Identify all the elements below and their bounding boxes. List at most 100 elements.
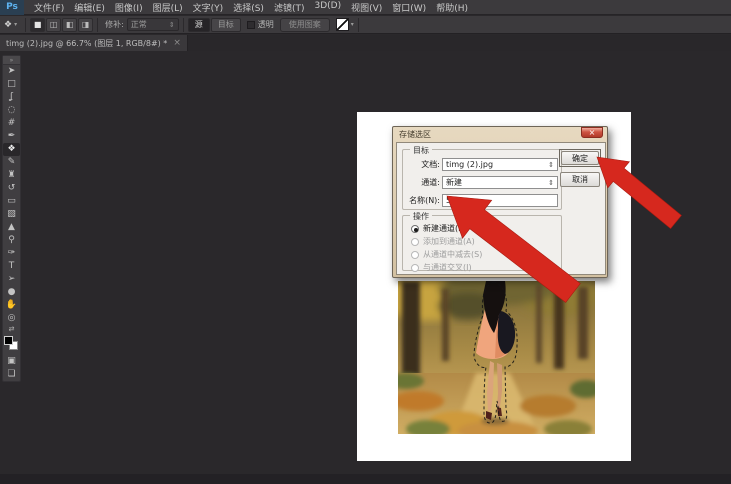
- radio-new-channel[interactable]: 新建通道(E): [411, 223, 466, 234]
- checkbox-icon: [247, 21, 255, 29]
- radio-add-to-channel: 添加到通道(A): [411, 236, 475, 247]
- use-pattern-button[interactable]: 使用图案: [280, 18, 330, 32]
- name-value: 5: [446, 196, 451, 205]
- pattern-picker[interactable]: ▾: [336, 18, 354, 31]
- document-tab[interactable]: timg (2).jpg @ 66.7% (图层 1, RGB/8#) * ×: [0, 35, 188, 51]
- lasso-tool[interactable]: ʆ: [3, 91, 20, 104]
- pen-tool[interactable]: ✑: [3, 247, 20, 260]
- menu-file[interactable]: 文件(F): [34, 1, 64, 14]
- document-label: 文档:: [403, 159, 440, 170]
- document-tab-title: timg (2).jpg @ 66.7% (图层 1, RGB/8#) *: [6, 38, 167, 49]
- menu-edit[interactable]: 编辑(E): [74, 1, 105, 14]
- menu-window[interactable]: 窗口(W): [392, 1, 426, 14]
- quick-select-tool[interactable]: ◌: [3, 104, 20, 117]
- channel-row: 通道: 新建 ⇕: [403, 176, 561, 189]
- transparent-checkbox[interactable]: 透明: [247, 19, 274, 30]
- document-dropdown[interactable]: timg (2).jpg ⇕: [442, 158, 558, 171]
- patch-label: 修补:: [105, 19, 124, 30]
- operation-legend: 操作: [410, 211, 432, 222]
- chevron-down-icon: ▾: [351, 21, 354, 28]
- radio-intersect-with-channel: 与通道交叉(I): [411, 262, 472, 273]
- name-label: 名称(N):: [403, 195, 440, 206]
- new-selection-button[interactable]: ■: [30, 18, 45, 32]
- move-tool[interactable]: ➤: [3, 65, 20, 78]
- menu-filter[interactable]: 滤镜(T): [274, 1, 305, 14]
- photo-image[interactable]: [398, 281, 595, 434]
- ps-logo: Ps: [0, 0, 24, 15]
- selection-mode-buttons: ■ ◫ ◧ ◨: [30, 18, 93, 32]
- eyedropper-tool[interactable]: ✒: [3, 130, 20, 143]
- cancel-button[interactable]: 取消: [560, 172, 600, 187]
- menu-bar: Ps 文件(F) 编辑(E) 图像(I) 图层(L) 文字(Y) 选择(S) 滤…: [0, 0, 731, 15]
- history-brush-tool[interactable]: ↺: [3, 182, 20, 195]
- gradient-tool[interactable]: ▧: [3, 208, 20, 221]
- dialog-title: 存储选区: [399, 129, 431, 140]
- swap-colors-icon[interactable]: ⇄: [9, 325, 15, 334]
- options-bar: ❖ ▾ ■ ◫ ◧ ◨ 修补: 正常 ⇕ 源 目标 透明 使用图案 ▾: [0, 16, 731, 34]
- radio-label: 新建通道(E): [423, 223, 466, 234]
- spinner-icon: ⇕: [548, 161, 554, 169]
- patch-tool-icon: ❖: [4, 20, 12, 30]
- menu-view[interactable]: 视图(V): [351, 1, 382, 14]
- dialog-close-button[interactable]: ×: [581, 127, 603, 138]
- document-value: timg (2).jpg: [446, 160, 493, 169]
- screen-mode-button[interactable]: ❏: [3, 368, 20, 381]
- patch-mode-value: 正常: [131, 19, 147, 30]
- menu-help[interactable]: 帮助(H): [436, 1, 468, 14]
- crop-tool[interactable]: #: [3, 117, 20, 130]
- separator: [358, 18, 359, 32]
- document-row: 文档: timg (2).jpg ⇕: [403, 158, 561, 171]
- save-selection-dialog: 存储选区 × 目标 文档: timg (2).jpg ⇕ 通道: 新建 ⇕: [392, 126, 608, 278]
- tools-panel: » ➤ □ ʆ ◌ # ✒ ❖ ✎ ♜ ↺ ▭ ▧ ▲ ⚲ ✑ T ➢ ● ✋ …: [2, 55, 21, 382]
- spinner-icon: ⇕: [548, 179, 554, 187]
- source-button[interactable]: 源: [188, 18, 210, 32]
- eraser-tool[interactable]: ▭: [3, 195, 20, 208]
- type-tool[interactable]: T: [3, 260, 20, 273]
- color-swatches: [3, 336, 20, 353]
- separator: [97, 18, 98, 32]
- radio-label: 从通道中减去(S): [423, 249, 482, 260]
- dodge-tool[interactable]: ⚲: [3, 234, 20, 247]
- name-input[interactable]: 5: [442, 194, 558, 207]
- dialog-content: 目标 文档: timg (2).jpg ⇕ 通道: 新建 ⇕ 名称: [396, 142, 606, 275]
- shape-tool[interactable]: ●: [3, 286, 20, 299]
- brush-tool[interactable]: ✎: [3, 156, 20, 169]
- name-row: 名称(N): 5: [403, 194, 561, 207]
- window-bottom-edge: [0, 474, 731, 484]
- healing-tool[interactable]: ❖: [3, 143, 20, 156]
- radio-label: 添加到通道(A): [423, 236, 475, 247]
- radio-icon: [411, 264, 419, 272]
- channel-label: 通道:: [403, 177, 440, 188]
- path-select-tool[interactable]: ➢: [3, 273, 20, 286]
- tool-preset-picker[interactable]: ❖ ▾: [0, 20, 21, 30]
- subtract-selection-button[interactable]: ◧: [62, 18, 77, 32]
- menu-type[interactable]: 文字(Y): [193, 1, 224, 14]
- channel-dropdown[interactable]: 新建 ⇕: [442, 176, 558, 189]
- radio-icon: [411, 238, 419, 246]
- foreground-color-swatch[interactable]: [4, 336, 13, 345]
- menu-select[interactable]: 选择(S): [233, 1, 264, 14]
- clone-stamp-tool[interactable]: ♜: [3, 169, 20, 182]
- add-selection-button[interactable]: ◫: [46, 18, 61, 32]
- menu-layer[interactable]: 图层(L): [153, 1, 183, 14]
- menu-image[interactable]: 图像(I): [115, 1, 143, 14]
- destination-button[interactable]: 目标: [211, 18, 241, 32]
- dialog-titlebar[interactable]: 存储选区: [393, 127, 607, 141]
- close-tab-icon[interactable]: ×: [173, 38, 181, 48]
- ok-button[interactable]: 确定: [561, 151, 599, 165]
- quick-mask-button[interactable]: ▣: [3, 355, 20, 368]
- blur-tool[interactable]: ▲: [3, 221, 20, 234]
- radio-selected-icon: [411, 225, 419, 233]
- marquee-tool[interactable]: □: [3, 78, 20, 91]
- pattern-swatch-icon: [336, 18, 349, 31]
- intersect-selection-button[interactable]: ◨: [78, 18, 93, 32]
- patch-mode-dropdown[interactable]: 正常 ⇕: [127, 18, 179, 31]
- chevron-down-icon: ▾: [14, 21, 17, 28]
- zoom-tool[interactable]: ◎: [3, 312, 20, 325]
- ok-button-focus-ring: 确定: [559, 149, 601, 167]
- separator: [183, 18, 184, 32]
- document-tab-bar: timg (2).jpg @ 66.7% (图层 1, RGB/8#) * ×: [0, 35, 731, 51]
- menu-3d[interactable]: 3D(D): [314, 1, 341, 14]
- collapse-panel-button[interactable]: »: [3, 56, 20, 65]
- hand-tool[interactable]: ✋: [3, 299, 20, 312]
